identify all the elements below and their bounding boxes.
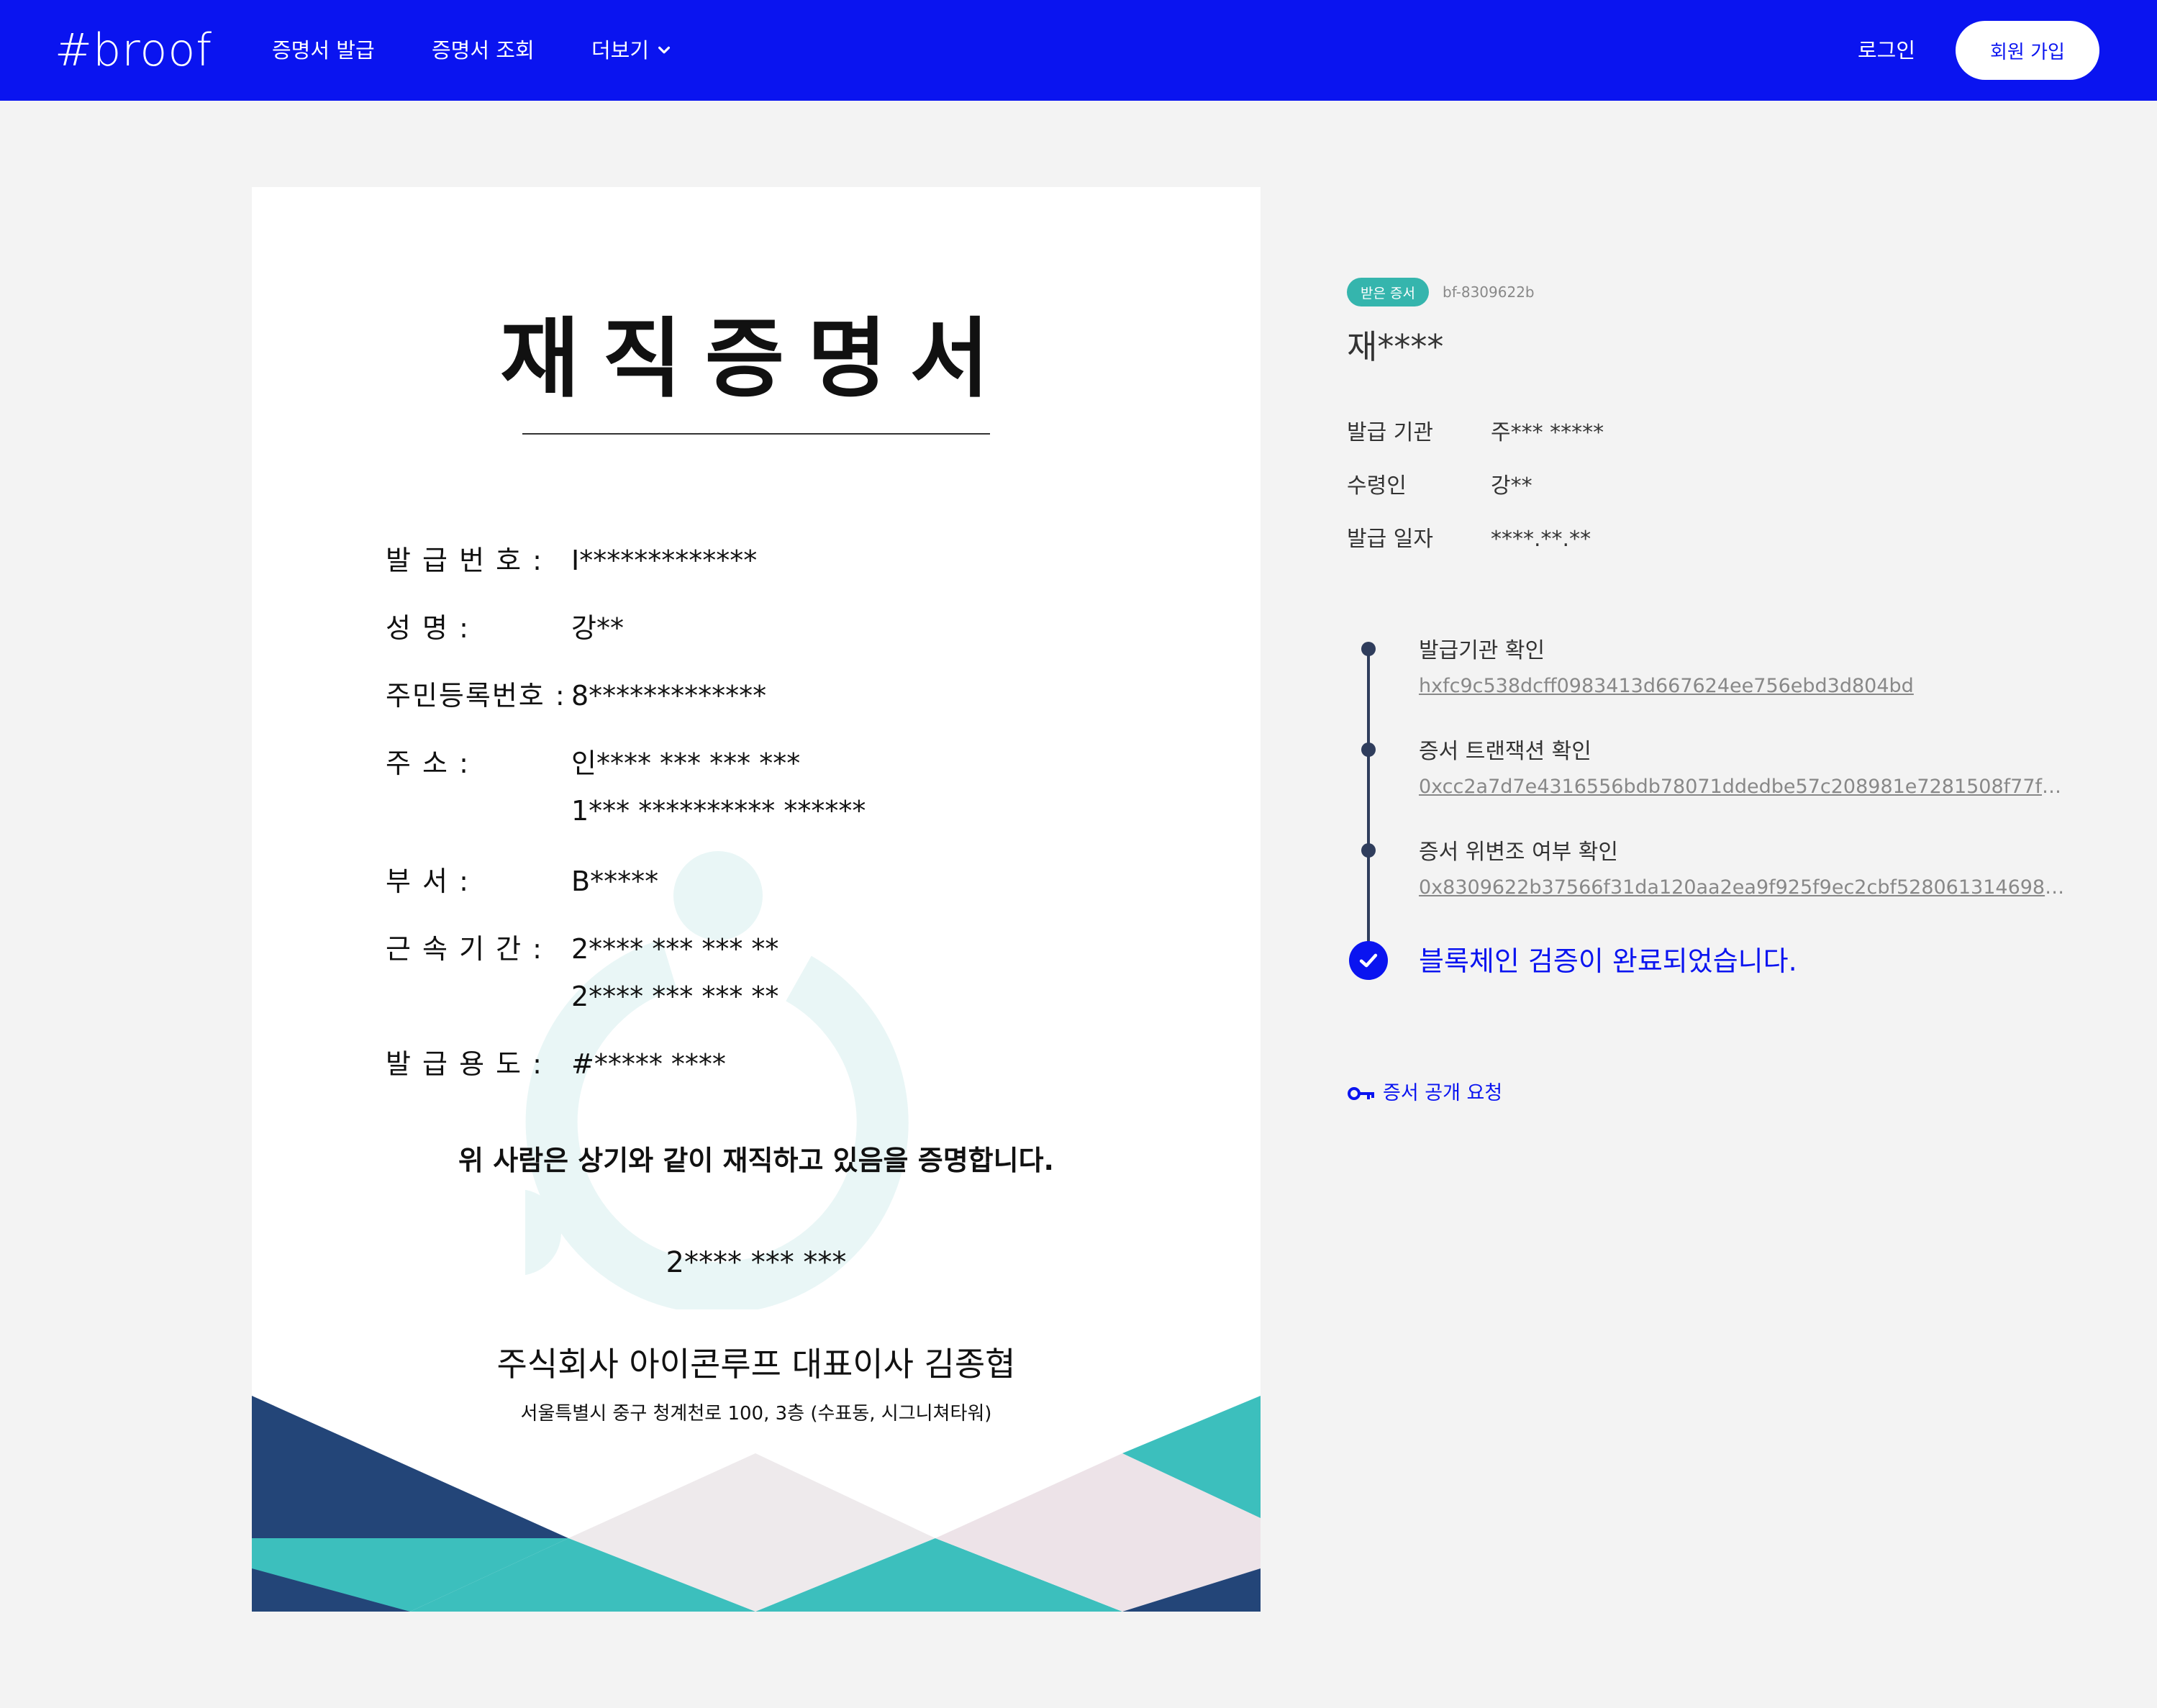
certificate-statement: 위 사람은 상기와 같이 재직하고 있음을 증명합니다. [458,1145,1054,1176]
title-underline [522,433,990,435]
key-icon [1348,1087,1374,1100]
field-value: 인**** *** *** *** [571,748,801,779]
field-name: 성 명 : 강** [386,610,624,646]
field-value: 강** [571,612,624,644]
certificate-title: 재직증명서 [500,309,1012,409]
login-link[interactable]: 로그인 [1858,35,1915,66]
field-address: 주 소 : 인**** *** *** *** [386,745,800,781]
timeline-dot [1361,642,1376,656]
field-value: 8************* [571,680,767,712]
timeline-hash-issuer[interactable]: hxfc9c538dcff0983413d667624ee756ebd3d804… [1419,672,2066,701]
verification-complete-message: 블록체인 검증이 완료되었습니다. [1419,945,1797,977]
field-label: 주민등록번호 : [386,680,566,712]
field-value: B***** [571,866,659,897]
field-employment-period: 근 속 기 간 : 2**** *** *** ** [386,931,778,967]
check-circle-icon [1349,941,1388,980]
chevron-down-icon [658,46,671,54]
field-employment-period-line2: 2**** *** *** ** [571,981,779,1012]
verification-timeline-line [1367,649,1370,960]
info-value-issuer: 주*** ***** [1491,420,1604,445]
nav-more-label: 더보기 [591,38,650,63]
field-label: 발 급 번 호 : [386,545,543,576]
top-navbar: #broof 증명서 발급 증명서 조회 더보기 로그인 회원 가입 [0,0,2157,101]
field-label: 성 명 : [386,612,470,644]
decorative-pattern [252,1396,1261,1612]
nav-link-lookup[interactable]: 증명서 조회 [432,35,535,66]
field-purpose: 발 급 용 도 : #***** **** [386,1046,726,1082]
certificate-company: 주식회사 아이콘루프 대표이사 김종협 [496,1345,1016,1384]
certificate-id: bf-8309622b [1443,283,1535,301]
field-issue-number: 발 급 번 호 : I************* [386,542,757,578]
info-label-issuer: 발급 기관 [1347,420,1433,445]
timeline-dot [1361,742,1376,757]
info-value-issue-date: ****.**.** [1491,527,1591,552]
timeline-step-forgery: 증서 위변조 여부 확인 [1419,840,1619,865]
info-value-recipient: 강** [1491,473,1532,499]
field-label: 근 속 기 간 : [386,933,543,965]
nav-link-issue[interactable]: 증명서 발급 [272,35,375,66]
timeline-step-issuer: 발급기관 확인 [1419,638,1545,663]
certificate-date: 2**** *** *** [666,1246,847,1279]
info-label-issue-date: 발급 일자 [1347,527,1433,552]
field-resident-number: 주민등록번호 :8************* [386,678,766,714]
received-certificate-badge: 받은 증서 [1347,278,1429,306]
nav-more-menu[interactable]: 더보기 [591,35,672,66]
field-label: 발 급 용 도 : [386,1048,543,1080]
field-label: 주 소 : [386,748,470,779]
timeline-hash-forgery[interactable]: 0x8309622b37566f31da120aa2ea9f925f9ec2cb… [1419,873,2066,902]
field-value: I************* [571,545,758,576]
field-address-line2: 1*** ********** ****** [571,795,866,827]
timeline-hash-transaction[interactable]: 0xcc2a7d7e4316556bdb78071ddedbe57c208981… [1419,773,2066,801]
timeline-dot [1361,843,1376,858]
certificate-document: 재직증명서 발 급 번 호 : I************* 성 명 : 강** 주… [252,187,1261,1612]
certificate-name: 재**** [1347,327,1444,366]
request-disclosure-label: 증서 공개 요청 [1383,1082,1503,1104]
broof-logo[interactable]: #broof [55,22,212,79]
info-label-recipient: 수령인 [1347,473,1407,499]
timeline-step-transaction: 증서 트랜잭션 확인 [1419,739,1591,764]
field-value: 2**** *** *** ** [571,933,779,965]
field-label: 부 서 : [386,866,470,897]
field-department: 부 서 : B***** [386,863,658,899]
field-value: #***** **** [571,1048,726,1080]
request-disclosure-link[interactable]: 증서 공개 요청 [1347,1079,1502,1108]
signup-button[interactable]: 회원 가입 [1956,21,2099,80]
